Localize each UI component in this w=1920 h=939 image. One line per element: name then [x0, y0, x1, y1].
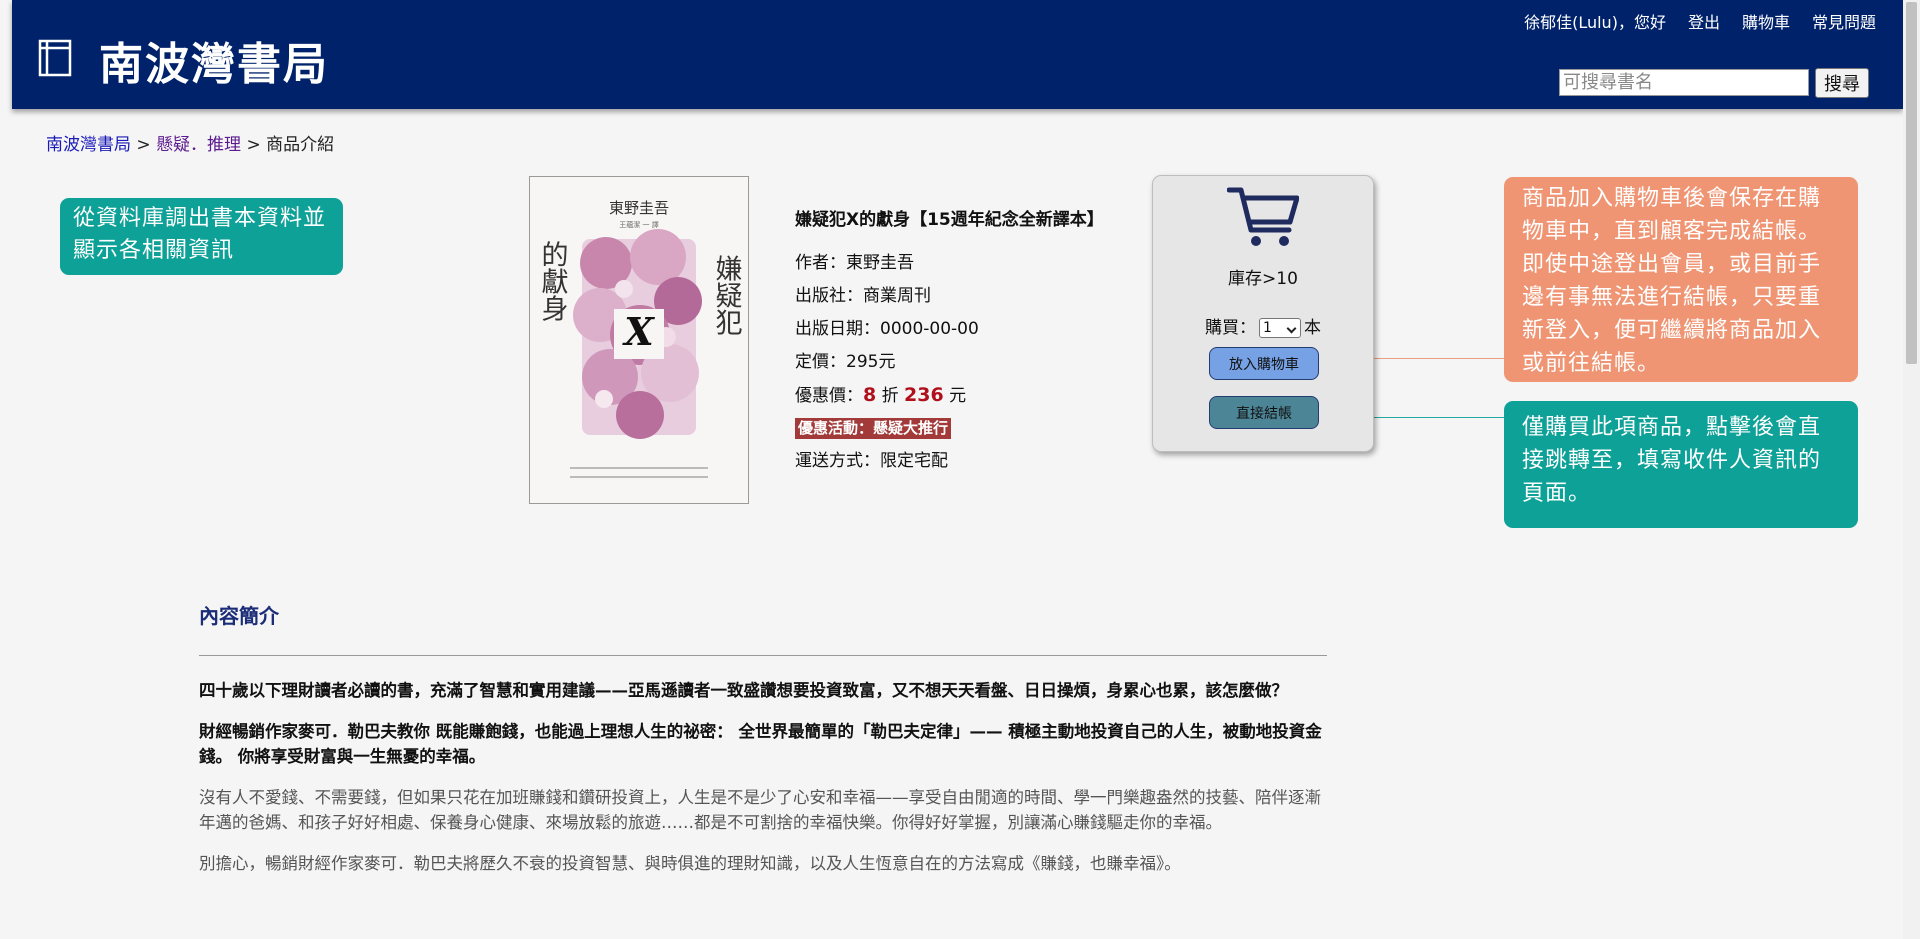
description-paragraph: 財經暢銷作家麥可．勒巴夫教你 既能賺飽錢，也能過上理想人生的祕密： 全世界最簡單…	[199, 722, 1322, 766]
page-scrollbar[interactable]	[1903, 0, 1920, 939]
svg-text:東野圭吾: 東野圭吾	[609, 199, 669, 217]
stock-status: 庫存>10	[1228, 269, 1298, 289]
book-cover-image: 東野圭吾 王蘊潔 一 譯 X 嫌疑犯 的獻身	[529, 176, 749, 504]
quantity-unit: 本	[1304, 318, 1321, 338]
description-heading: 內容簡介	[199, 604, 279, 628]
discount-label: 優惠價：	[795, 386, 863, 406]
price-unit: 元	[949, 386, 967, 406]
book-discount-price: 優惠價：8 折 236 元	[795, 379, 1104, 412]
book-publisher: 出版社：商業周刊	[795, 286, 931, 306]
top-nav: 徐郁佳(Lulu)，您好 登出 購物車 常見問題	[1524, 9, 1876, 33]
breadcrumb-separator: >	[136, 135, 151, 155]
search-button[interactable]: 搜尋	[1815, 68, 1869, 98]
flower-bouquet: X	[573, 229, 702, 439]
breadcrumb-category-link[interactable]: 懸疑．推理	[156, 135, 241, 155]
divider	[199, 655, 1327, 656]
add-to-cart-button[interactable]: 放入購物車	[1209, 347, 1319, 380]
description-paragraph: 沒有人不愛錢、不需要錢，但如果只花在加班賺錢和鑽研投資上，人生是不是少了心安和幸…	[199, 788, 1321, 832]
description-paragraph: 四十歲以下理財讀者必讀的書，充滿了智慧和實用建議——亞馬遜讀者一致盛讚想要投資致…	[199, 681, 1288, 700]
book-title: 嫌疑犯X的獻身【15週年紀念全新譯本】	[795, 210, 1104, 230]
svg-text:嫌疑犯: 嫌疑犯	[711, 254, 743, 335]
book-cover-art: 東野圭吾 王蘊潔 一 譯 X 嫌疑犯 的獻身	[530, 177, 748, 503]
description-paragraph: 別擔心，暢銷財經作家麥可．勒巴夫將歷久不衰的投資智慧、與時俱進的理財知識，以及人…	[199, 854, 1181, 873]
search-input[interactable]	[1559, 69, 1809, 96]
cart-link[interactable]: 購物車	[1742, 9, 1790, 33]
breadcrumb-home-link[interactable]: 南波灣書局	[46, 135, 131, 155]
site-title[interactable]: 南波灣書局	[99, 28, 329, 92]
description-section: 內容簡介 四十歲以下理財讀者必讀的書，充滿了智慧和實用建議——亞馬遜讀者一致盛讚…	[199, 600, 1327, 892]
svg-text:X: X	[622, 309, 655, 354]
book-logo-icon[interactable]	[38, 38, 72, 78]
book-list-price: 定價：295元	[795, 352, 896, 372]
annotation-checkout-note: 僅購買此項商品，點擊後會直接跳轉至，填寫收件人資訊的頁面。	[1504, 401, 1858, 528]
annotation-database-note: 從資料庫調出書本資料並顯示各相關資訊	[60, 198, 343, 275]
svg-text:的獻身: 的獻身	[537, 240, 569, 321]
book-pub-date: 出版日期：0000-00-00	[795, 319, 979, 339]
logout-link[interactable]: 登出	[1688, 9, 1720, 33]
book-info: 嫌疑犯X的獻身【15週年紀念全新譯本】 作者：東野圭吾 出版社：商業周刊 出版日…	[795, 205, 1104, 478]
breadcrumb: 南波灣書局 > 懸疑．推理 > 商品介紹	[46, 130, 334, 155]
user-greeting-link[interactable]: 徐郁佳(Lulu)，您好	[1524, 9, 1666, 33]
promotion-badge[interactable]: 優惠活動：懸疑大推行	[795, 418, 952, 439]
discount-unit: 折	[881, 386, 899, 406]
book-author: 作者：東野圭吾	[795, 253, 914, 273]
breadcrumb-current: 商品介紹	[266, 135, 335, 155]
annotation-cart-note: 商品加入購物車後會保存在購物車中，直到顧客完成結帳。即使中途登出會員，或目前手邊…	[1504, 177, 1858, 382]
promotion-row: 優惠活動：懸疑大推行	[795, 412, 1104, 445]
discount-price-value: 236	[904, 384, 944, 406]
book-shipping: 運送方式：限定宅配	[795, 451, 948, 471]
quantity-label: 購買：	[1205, 318, 1256, 338]
quantity-value: 1	[1263, 320, 1272, 336]
quantity-select[interactable]: 1	[1259, 318, 1301, 338]
purchase-panel: 庫存>10 購買： 1 本 放入購物車 直接結帳	[1152, 175, 1374, 452]
svg-text:王蘊潔 一 譯: 王蘊潔 一 譯	[619, 220, 658, 229]
faq-link[interactable]: 常見問題	[1812, 9, 1876, 33]
discount-rate: 8	[863, 384, 877, 406]
scrollbar-thumb[interactable]	[1906, 2, 1917, 364]
checkout-button[interactable]: 直接結帳	[1209, 396, 1319, 429]
breadcrumb-separator: >	[246, 135, 261, 155]
quantity-row: 購買： 1 本	[1153, 313, 1373, 338]
shopping-cart-icon	[1227, 187, 1299, 246]
